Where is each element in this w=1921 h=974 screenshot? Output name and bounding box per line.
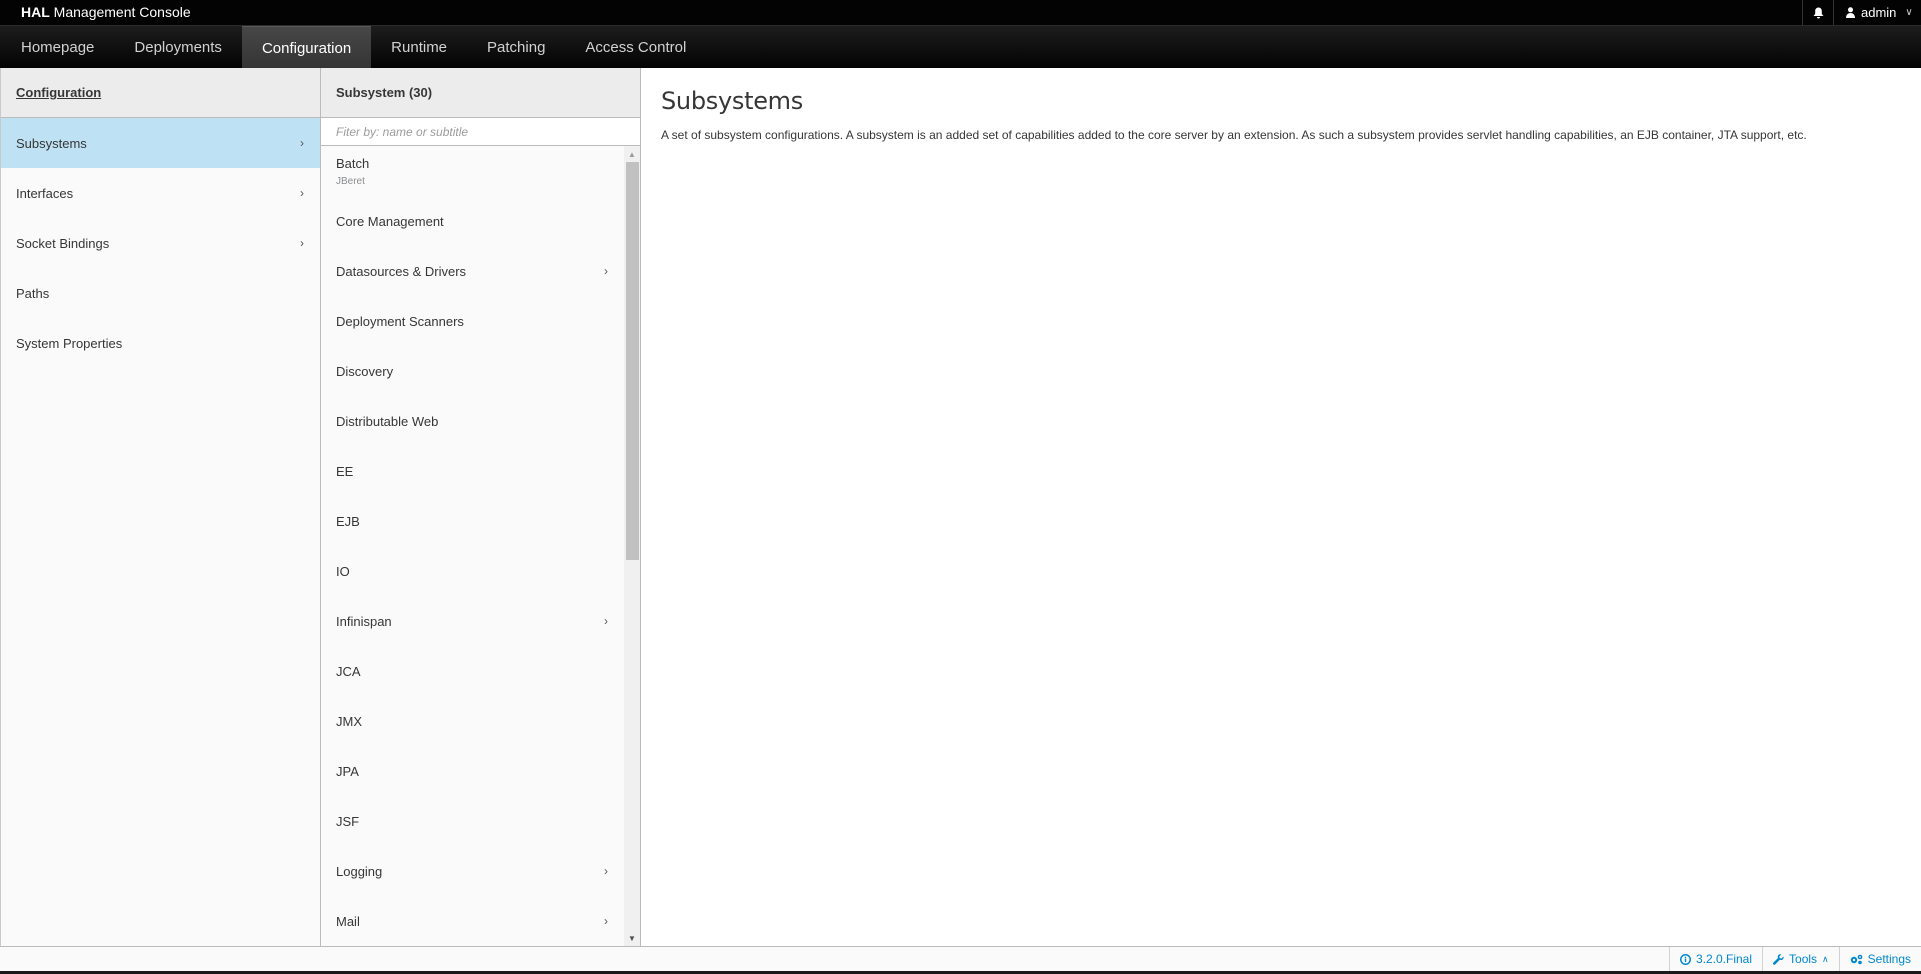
subsystem-item-label: EE xyxy=(336,463,354,479)
gears-icon xyxy=(1850,954,1862,964)
user-name: admin xyxy=(1861,5,1897,20)
subsystem-item-discovery[interactable]: Discovery xyxy=(321,346,624,396)
tab-patching[interactable]: Patching xyxy=(467,26,565,69)
chevron-right-icon: › xyxy=(604,914,608,928)
subsystem-item-label: Distributable Web xyxy=(336,413,439,429)
subsystem-item-datasources-drivers[interactable]: Datasources & Drivers › xyxy=(321,246,624,296)
brand-name: Management Console xyxy=(49,4,191,20)
subsystem-item-logging[interactable]: Logging › xyxy=(321,846,624,896)
subsystem-item-jmx[interactable]: JMX xyxy=(321,696,624,746)
preview-description: A set of subsystem configurations. A sub… xyxy=(661,128,1807,142)
tab-homepage[interactable]: Homepage xyxy=(1,26,114,69)
chevron-right-icon: › xyxy=(300,236,304,250)
primary-nav: Homepage Deployments Configuration Runti… xyxy=(0,25,1921,69)
subsystem-item-io[interactable]: IO xyxy=(321,546,624,596)
subsystem-item-label: JMX xyxy=(336,713,362,729)
chevron-right-icon: › xyxy=(604,614,608,628)
app-brand[interactable]: HAL Management Console xyxy=(21,4,191,20)
tab-configuration[interactable]: Configuration xyxy=(241,26,372,69)
subsystem-item-label: IO xyxy=(336,563,350,579)
notifications-button[interactable] xyxy=(1802,0,1834,25)
settings-button[interactable]: Settings xyxy=(1838,947,1921,971)
config-item-system-properties[interactable]: System Properties xyxy=(1,318,320,368)
chevron-right-icon: › xyxy=(604,264,608,278)
subsystem-item-label: Batch xyxy=(336,155,370,171)
config-item-label: Paths xyxy=(16,285,50,301)
subsystem-item-core-management[interactable]: Core Management xyxy=(321,196,624,246)
subsystem-item-subtitle: JBeret xyxy=(336,175,365,187)
preview-pane: Subsystems A set of subsystem configurat… xyxy=(641,68,1921,946)
tab-runtime[interactable]: Runtime xyxy=(371,26,467,69)
subsystem-filter xyxy=(321,118,640,146)
subsystem-item-label: Deployment Scanners xyxy=(336,313,464,329)
bell-icon xyxy=(1813,7,1823,18)
configuration-column: Configuration Subsystems › Interfaces › … xyxy=(0,68,321,946)
config-item-label: System Properties xyxy=(16,335,123,351)
version-label: 3.2.0.Final xyxy=(1695,952,1753,966)
chevron-right-icon: › xyxy=(300,186,304,200)
subsystem-item-label: EJB xyxy=(336,513,360,529)
config-item-label: Socket Bindings xyxy=(16,235,110,251)
config-item-label: Interfaces xyxy=(16,185,74,201)
subsystem-item-label: Infinispan xyxy=(336,613,392,629)
subsystem-item-jsf[interactable]: JSF xyxy=(321,796,624,846)
info-circle-icon xyxy=(1679,953,1691,965)
subsystem-item-mail[interactable]: Mail › xyxy=(321,896,624,946)
config-item-subsystems[interactable]: Subsystems › xyxy=(1,118,320,168)
tools-label: Tools xyxy=(1789,952,1818,966)
tab-deployments[interactable]: Deployments xyxy=(114,26,242,69)
top-bar: HAL Management Console admin ∨ xyxy=(0,0,1921,25)
subsystem-item-ee[interactable]: EE xyxy=(321,446,624,496)
chevron-down-icon: ∨ xyxy=(1905,7,1913,18)
subsystem-item-label: Logging xyxy=(336,863,383,879)
subsystem-item-label: JPA xyxy=(336,763,359,779)
scroll-up-arrow-icon[interactable]: ▲ xyxy=(624,146,640,162)
subsystem-list-scrollbar[interactable]: ▲ ▼ xyxy=(624,146,640,946)
subsystem-list-viewport: Batch JBeret Core Management Datasources… xyxy=(321,146,640,946)
version-button[interactable]: 3.2.0.Final xyxy=(1668,947,1762,971)
configuration-column-title[interactable]: Configuration xyxy=(1,68,320,118)
subsystem-item-infinispan[interactable]: Infinispan › xyxy=(321,596,624,646)
subsystem-item-label: Mail xyxy=(336,913,360,929)
subsystem-item-jca[interactable]: JCA xyxy=(321,646,624,696)
subsystem-column: Subsystem (30) Batch JBeret Core Managem… xyxy=(321,68,641,946)
subsystem-item-distributable-web[interactable]: Distributable Web xyxy=(321,396,624,446)
subsystem-item-label: Datasources & Drivers xyxy=(336,263,467,279)
scrollbar-thumb[interactable] xyxy=(626,162,639,560)
user-menu[interactable]: admin ∨ xyxy=(1834,0,1921,25)
subsystem-list: Batch JBeret Core Management Datasources… xyxy=(321,146,624,946)
chevron-right-icon: › xyxy=(604,864,608,878)
config-item-interfaces[interactable]: Interfaces › xyxy=(1,168,320,218)
settings-label: Settings xyxy=(1867,952,1911,966)
scroll-down-arrow-icon[interactable]: ▼ xyxy=(624,930,640,946)
subsystem-item-label: JSF xyxy=(336,813,360,829)
footer: 3.2.0.Final Tools ∧ Settings xyxy=(0,946,1921,971)
brand-bold: HAL xyxy=(21,4,50,20)
wrench-icon xyxy=(1773,953,1784,965)
subsystem-item-label: JCA xyxy=(336,663,361,679)
chevron-right-icon: › xyxy=(300,136,304,150)
subsystem-item-label: Core Management xyxy=(336,213,444,229)
subsystem-item-deployment-scanners[interactable]: Deployment Scanners xyxy=(321,296,624,346)
config-item-label: Subsystems xyxy=(16,135,87,151)
subsystem-item-ejb[interactable]: EJB xyxy=(321,496,624,546)
subsystem-item-batch[interactable]: Batch JBeret xyxy=(321,146,624,196)
subsystem-item-jpa[interactable]: JPA xyxy=(321,746,624,796)
config-item-socket-bindings[interactable]: Socket Bindings › xyxy=(1,218,320,268)
subsystem-filter-input[interactable] xyxy=(336,124,616,139)
user-icon xyxy=(1846,7,1855,18)
config-item-paths[interactable]: Paths xyxy=(1,268,320,318)
chevron-up-icon: ∧ xyxy=(1822,953,1829,964)
tools-menu-button[interactable]: Tools ∧ xyxy=(1762,947,1839,971)
subsystem-column-title: Subsystem (30) xyxy=(321,68,640,118)
subsystem-item-label: Discovery xyxy=(336,363,394,379)
preview-title: Subsystems xyxy=(661,87,803,115)
tab-access-control[interactable]: Access Control xyxy=(565,26,706,69)
